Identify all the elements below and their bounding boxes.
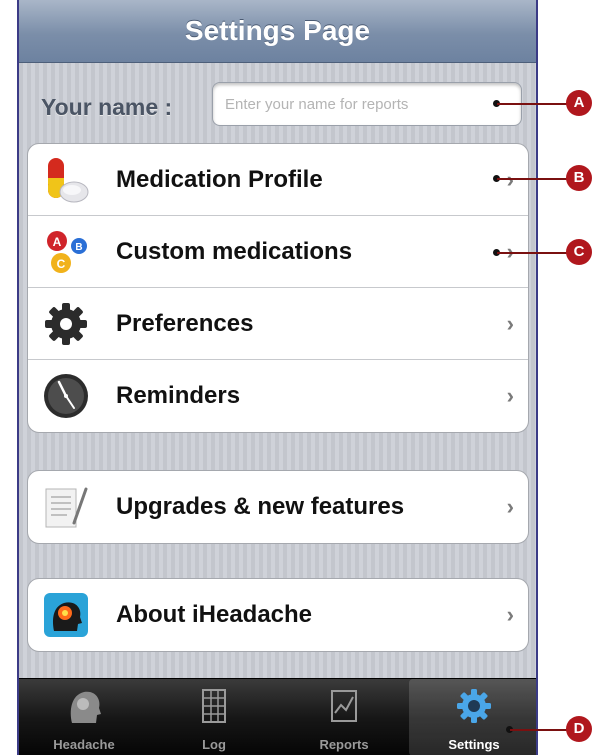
chevron-right-icon: ›: [506, 602, 514, 627]
tab-label: Reports: [319, 737, 369, 752]
tab-bar: Headache Log Reports Settings: [19, 678, 536, 755]
row-label: Medication Profile: [116, 165, 323, 193]
pill-icon: [48, 157, 89, 202]
gear-icon: [457, 689, 491, 723]
tab-label: Settings: [448, 737, 500, 752]
row-label: Custom medications: [116, 237, 353, 265]
svg-text:B: B: [75, 242, 82, 253]
row-label: Preferences: [116, 309, 254, 337]
row-label: About iHeadache: [116, 601, 313, 628]
settings-group-main: Medication Profile › A B C Custom medica…: [27, 143, 529, 433]
tab-reports[interactable]: Reports: [279, 679, 409, 755]
name-label: Your name :: [41, 94, 173, 120]
clock-icon: [44, 374, 88, 418]
settings-group-upgrades: Upgrades & new features ›: [27, 470, 529, 544]
chevron-right-icon: ›: [506, 310, 514, 336]
row-about[interactable]: About iHeadache ›: [28, 579, 528, 651]
callout-line: [497, 103, 569, 105]
head-icon: [70, 691, 101, 723]
chart-icon: [331, 690, 357, 722]
tab-label: Log: [202, 737, 226, 752]
phone-screen: Settings Page Your name : Medication Pro…: [17, 0, 538, 755]
tab-label: Headache: [53, 737, 115, 752]
svg-text:A: A: [53, 235, 62, 249]
row-custom-medications[interactable]: A B C Custom medications ›: [28, 216, 528, 288]
chevron-right-icon: ›: [506, 383, 514, 408]
row-preferences[interactable]: Preferences ›: [28, 288, 528, 360]
settings-group-about: About iHeadache ›: [27, 578, 529, 652]
callout-marker: B: [566, 165, 592, 191]
name-row: Your name :: [19, 82, 536, 130]
name-input[interactable]: [212, 82, 522, 126]
navigation-bar: Settings Page: [19, 0, 536, 63]
head-icon: [44, 593, 88, 637]
log-icon: [202, 689, 226, 723]
document-icon: [45, 487, 88, 528]
gear-icon: [45, 302, 87, 345]
callout-line: [510, 729, 569, 731]
chevron-right-icon: ›: [506, 494, 514, 519]
row-medication-profile[interactable]: Medication Profile ›: [28, 144, 528, 216]
page-title: Settings Page: [184, 15, 371, 46]
tab-settings[interactable]: Settings: [409, 679, 536, 755]
callout-line: [497, 252, 569, 254]
row-label: Upgrades & new features: [116, 493, 405, 520]
row-label: Reminders: [116, 382, 241, 409]
callout-line: [497, 178, 569, 180]
abc-pills-icon: A B C: [47, 230, 87, 273]
row-reminders[interactable]: Reminders ›: [28, 360, 528, 432]
row-upgrades[interactable]: Upgrades & new features ›: [28, 471, 528, 543]
tab-headache[interactable]: Headache: [19, 679, 149, 755]
callout-marker: D: [566, 716, 592, 742]
callout-marker: A: [566, 90, 592, 116]
callout-marker: C: [566, 239, 592, 265]
tab-log[interactable]: Log: [149, 679, 279, 755]
svg-text:C: C: [57, 257, 66, 271]
